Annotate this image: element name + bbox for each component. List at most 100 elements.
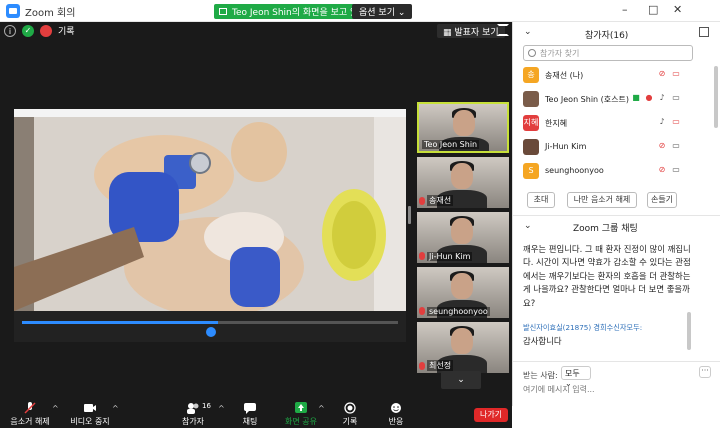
participant-search-input[interactable]: 참가자 찾기 [523,45,693,61]
shared-video-titlebar [14,109,406,117]
mic-icon[interactable]: ♪ [657,93,667,103]
mic-muted-icon [419,252,425,260]
participant-row[interactable]: 지혜 한지혜 ♪ ▭ [513,112,713,134]
more-thumbnails-button[interactable]: ⌄ [441,371,481,389]
meeting-area: i ✓ 기록 ▦ 발표자 보기 Teo Jeon Shin 송재선 Ji-Hun… [0,22,512,428]
maximize-button[interactable]: □ [648,3,658,16]
collapse-chevron-icon[interactable]: ⌄ [524,221,532,231]
video-progress-fill [22,321,218,324]
avatar: S [523,163,539,179]
share-screen-icon [219,8,227,15]
record-status: 기록 [58,27,75,37]
chat-sender-meta: 발신자이효실(21875) 경희수신자모두: [523,323,643,332]
thumb-name: 송재선 [427,195,454,206]
resize-handle[interactable] [408,206,411,224]
participants-count: 16 [202,402,211,410]
app-title: Zoom 회의 [25,8,76,19]
meeting-toolbar: 음소거 해제 ^ 비디오 중지 ^ 참가자 16 ^ 채팅 화면 공유 ^ 기록 [0,400,512,428]
participant-thumbnails: Teo Jeon Shin 송재선 Ji-Hun Kim seunghoonyo… [417,102,509,373]
avatar [523,139,539,155]
participants-scrollbar[interactable] [714,66,718,128]
share-screen-button[interactable]: 화면 공유 ^ [284,402,325,427]
chevron-up-icon[interactable]: ^ [318,404,325,413]
search-icon [528,49,536,57]
reactions-label: 반응 [388,417,404,426]
mic-muted-icon [419,362,425,370]
info-icon[interactable]: i [4,24,16,37]
chat-footer: 받는 사람: 모두 ⌄ ··· 여기에 메시지 입력... [513,361,720,406]
chat-header: ⌄ Zoom 그룹 채팅 [513,215,720,234]
unmute-me-button[interactable]: 나만 음소거 해제 [567,192,637,208]
close-button[interactable]: ✕ [673,3,682,16]
reactions-button[interactable]: 반응 [384,402,408,427]
record-button[interactable]: 기록 [338,402,362,427]
chat-scrollbar[interactable] [687,312,691,350]
speaker-view-button[interactable]: ▦ 발표자 보기 [437,24,505,38]
participant-actions: 초대 나만 음소거 해제 손들기 [513,192,720,208]
thumb-name: Ji-Hun Kim [427,252,473,261]
chevron-up-icon[interactable]: ^ [52,404,59,413]
face-shape [451,218,473,244]
shield-icon[interactable]: ✓ [22,24,34,37]
collapse-chevron-icon[interactable]: ⌄ [524,27,532,37]
camera-icon[interactable]: ▭ [671,93,681,103]
video-progress-bar[interactable] [22,321,398,324]
avatar: 지혜 [523,115,539,131]
camera-icon[interactable]: ▭ [671,141,681,151]
face-shape [453,110,475,136]
shared-screen [14,109,406,342]
raise-hand-button[interactable]: 손들기 [647,192,677,208]
mic-muted-icon[interactable]: ⊘ [657,141,667,151]
unmute-button[interactable]: 음소거 해제 ^ [8,402,59,427]
meeting-topbar: i ✓ 기록 [4,24,75,37]
more-icon[interactable]: ··· [699,366,711,378]
speaker-view-label: 발표자 보기 [454,28,499,38]
popout-icon[interactable] [699,27,709,37]
thumb-ji-hun-kim[interactable]: Ji-Hun Kim [417,212,509,263]
participants-button[interactable]: 참가자 16 ^ [178,402,225,427]
thumb-song-jaeseon[interactable]: 송재선 [417,157,509,208]
chevron-up-icon[interactable]: ^ [112,404,119,413]
chat-button[interactable]: 채팅 [238,402,262,427]
mic-icon[interactable]: ♪ [657,117,667,127]
record-icon: ● [645,93,653,102]
fullscreen-icon[interactable] [497,24,509,36]
thumb-name: 최선정 [427,360,454,371]
thumb-seunghoonyoo[interactable]: seunghoonyoo [417,267,509,318]
smiley-icon [391,403,401,413]
mic-muted-icon[interactable]: ⊘ [657,69,667,79]
participant-row[interactable]: Teo Jeon Shin (호스트) ■ ● ♪ ▭ [513,88,713,110]
video-off-icon[interactable]: ▭ [671,69,681,79]
chevron-up-icon[interactable]: ^ [218,404,225,413]
video-off-icon[interactable]: ▭ [671,117,681,127]
chat-message: 깨우는 편입니다. 그 때 환자 진정이 많이 깨집니다. 시간이 지나면 약효… [523,244,691,308]
play-icon[interactable] [206,327,216,337]
participant-name: Teo Jeon Shin (호스트) [545,95,629,104]
grid-icon: ▦ [443,28,455,38]
minimize-button[interactable]: – [622,3,628,16]
zoom-app-icon [6,4,20,18]
participants-title: 참가자(16) [585,31,629,41]
participant-row[interactable]: 송 송재선 (나) ⊘ ▭ [513,64,713,86]
simulation-scene-image [14,117,406,317]
recipient-select[interactable]: 모두 ⌄ [561,366,591,388]
share-screen-icon: ■ [632,93,640,102]
record-icon [40,24,52,37]
participant-name: Ji-Hun Kim [545,142,587,151]
camera-icon[interactable]: ▭ [671,165,681,175]
participants-icon [187,403,199,414]
chat-input[interactable]: 여기에 메시지 입력... [523,384,709,398]
thumb-choi-seonjeong[interactable]: 최선정 [417,322,509,373]
shared-video-frame [14,117,406,317]
stop-video-button[interactable]: 비디오 중지 ^ [68,402,119,427]
invite-button[interactable]: 초대 [527,192,555,208]
share-screen-label: 화면 공유 [285,417,317,426]
leave-button[interactable]: 나가기 [474,408,508,422]
participant-row[interactable]: Ji-Hun Kim ⊘ ▭ [513,136,713,158]
mic-muted-icon[interactable]: ⊘ [657,165,667,175]
view-options-button[interactable]: 옵션 보기 ⌄ [352,4,413,19]
participant-row[interactable]: S seunghoonyoo ⊘ ▭ [513,160,713,182]
thumb-teo-jeon-shin[interactable]: Teo Jeon Shin [417,102,509,153]
face-shape [451,328,473,354]
chat-label: 채팅 [242,417,258,426]
